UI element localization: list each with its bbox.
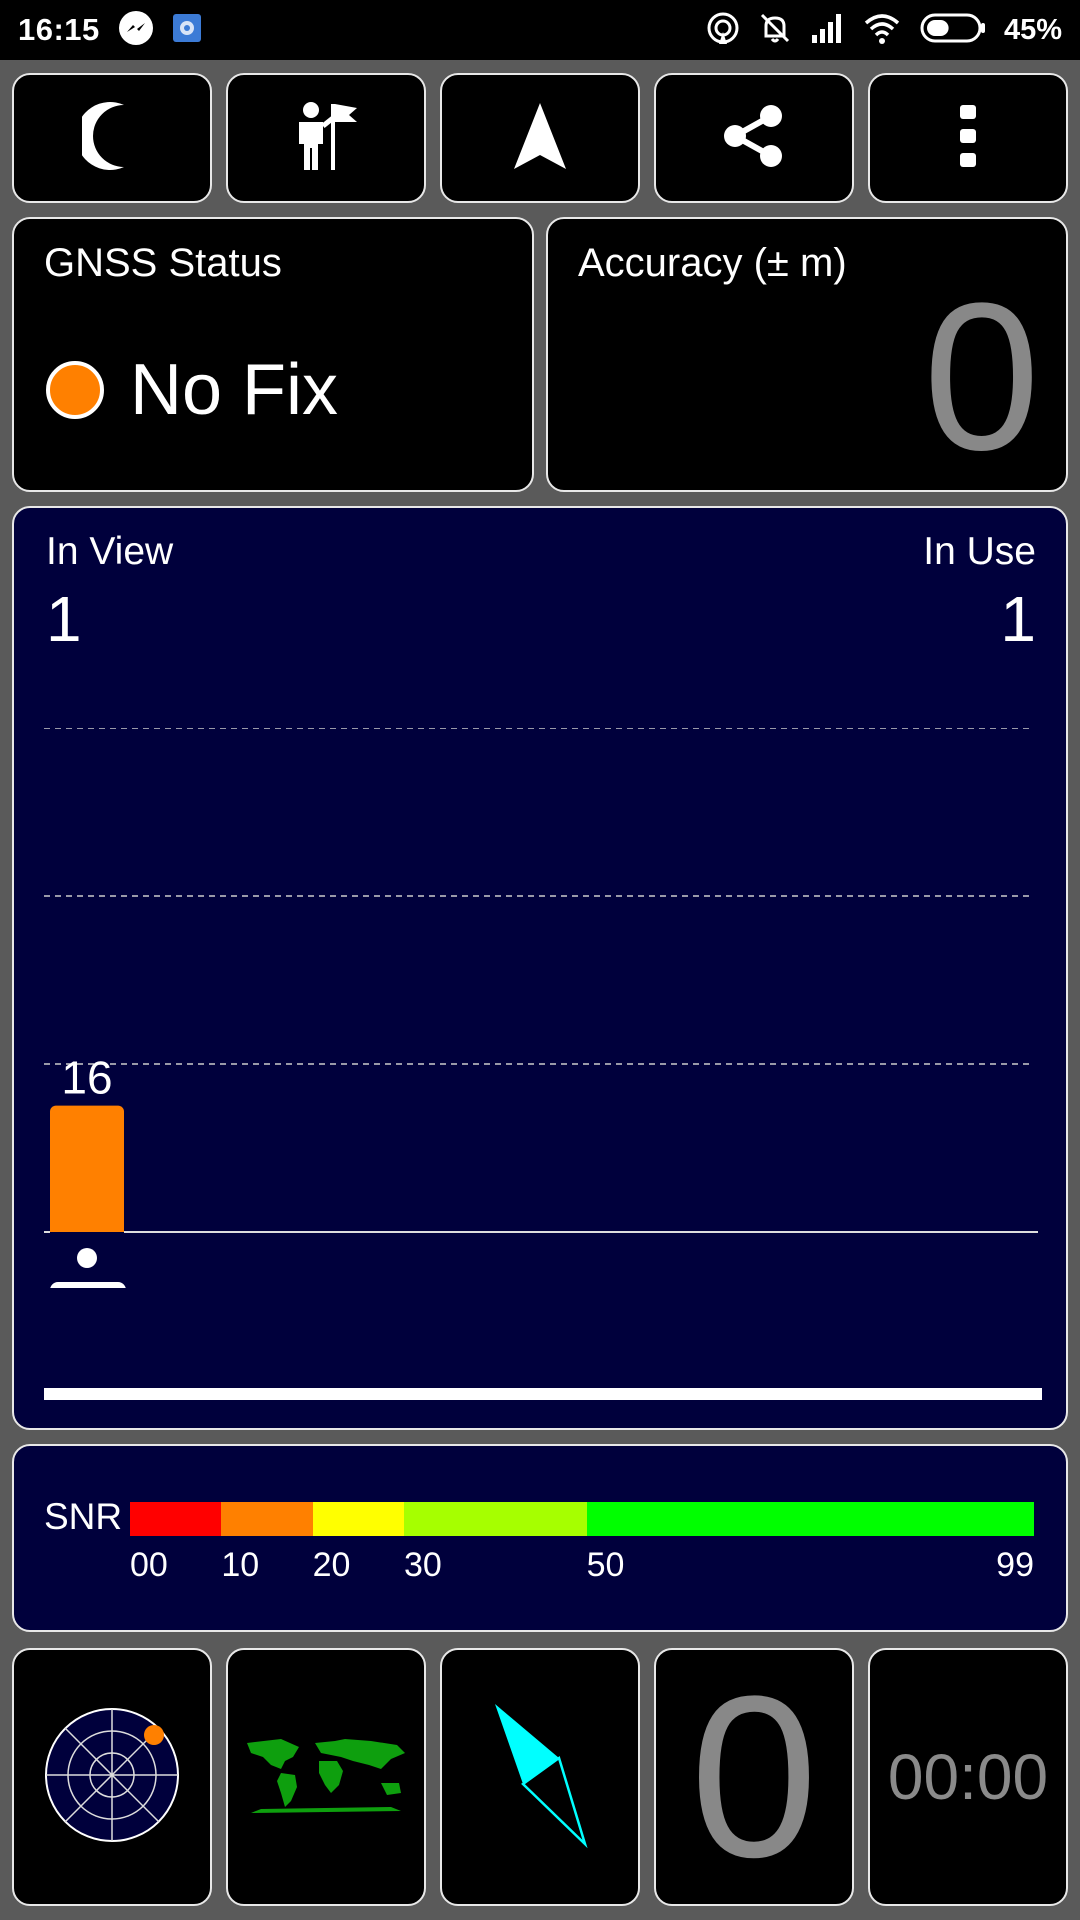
navigation-arrow-icon [512,101,568,176]
app-notification-icon [172,13,202,48]
navigate-button[interactable] [440,73,640,203]
fix-status-dot [46,361,104,419]
in-use-dot [77,1248,97,1268]
snr-label: SNR [44,1496,123,1537]
snr-bar-chart: 1610 [44,728,1038,1288]
sky-view-button[interactable] [12,1648,212,1906]
snr-color-scale [130,1502,1034,1536]
world-map-icon [241,1735,411,1820]
progress-track [44,1388,1042,1400]
accuracy-title: Accuracy (± m) [578,241,847,285]
snr-bar [50,1105,124,1238]
battery-icon [920,12,986,49]
snr-tick-label: 00 [130,1546,168,1584]
timer-tile[interactable]: 00:00 [868,1648,1068,1906]
fix-status-row: No Fix [46,349,338,431]
snr-value-label: 16 [61,1052,112,1104]
in-view-count: 1 [46,583,82,655]
accuracy-panel[interactable]: Accuracy (± m) 0 [546,217,1068,492]
snr-scale-segment [586,1502,1034,1536]
messenger-icon [118,10,154,51]
gnss-status-panel[interactable]: GNSS Status No Fix [12,217,534,492]
world-map-button[interactable] [226,1648,426,1906]
battery-percent: 45% [1003,13,1062,46]
big-zero-value: 0 [690,1648,818,1905]
more-menu-button[interactable] [868,73,1068,203]
fix-status-text: No Fix [130,350,339,430]
gnss-status-title: GNSS Status [44,241,282,285]
snr-scale-panel: SNR 00 10 20 30 50 99 [12,1444,1068,1632]
snr-tick-label: 20 [312,1546,351,1584]
waypoint-button[interactable] [226,73,426,203]
compass-needle-icon [485,1700,595,1855]
snr-scale-segment [312,1502,404,1536]
snr-scale-segment [403,1502,587,1536]
in-view-label: In View [46,530,174,573]
radar-sky-icon [42,1705,182,1850]
share-button[interactable] [654,73,854,203]
snr-tick-label: 50 [586,1546,625,1584]
in-use-count: 1 [1000,583,1036,655]
mute-bell-icon [758,11,792,50]
share-icon [721,103,787,174]
hotspot-icon [706,11,740,50]
status-bar: 16:15 45% [0,0,1080,60]
snr-tick-label: 99 [996,1546,1034,1584]
snr-scale-segment [221,1502,313,1536]
speed-tile[interactable]: 0 [654,1648,854,1906]
wifi-icon [862,11,902,50]
clock-value: 00:00 [887,1741,1049,1813]
compass-button[interactable] [440,1648,640,1906]
prn-label: 10 [62,1286,113,1288]
snr-tick-label: 10 [221,1546,260,1584]
night-mode-button[interactable] [12,73,212,203]
person-flag-icon [291,100,361,177]
snr-scale-segment [130,1502,222,1536]
in-use-label: In Use [923,530,1036,573]
accuracy-value: 0 [923,259,1040,494]
satellite-signal-panel[interactable]: In View In Use 1 1 1610 [12,506,1068,1430]
status-time: 16:15 [18,12,100,47]
cell-signal-icon [810,11,844,50]
moon-icon [76,101,142,176]
more-vertical-icon [958,103,978,174]
snr-tick-label: 30 [403,1546,442,1584]
